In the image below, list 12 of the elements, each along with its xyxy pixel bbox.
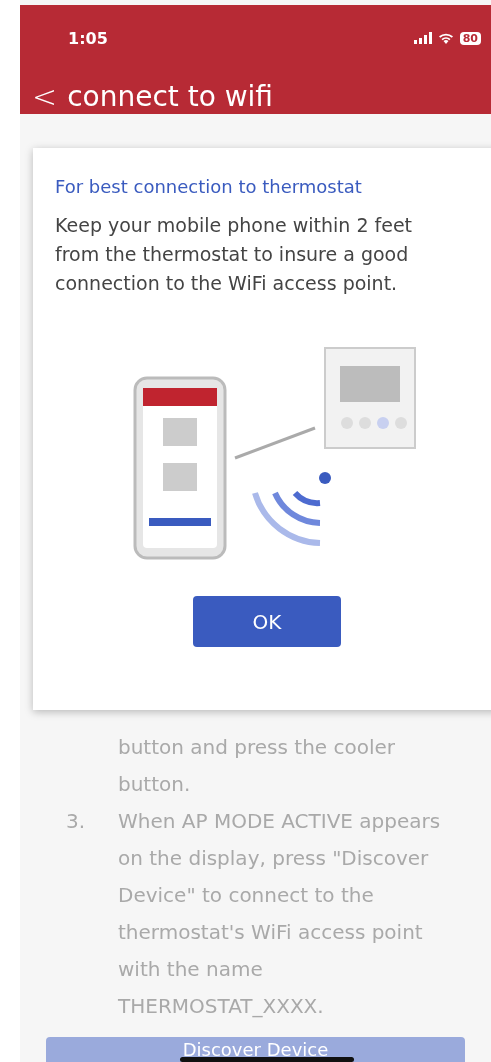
battery-level: 80 (459, 31, 481, 45)
step-text: button and press the cooler button. (118, 734, 397, 798)
signal-icon (413, 32, 432, 44)
ok-button[interactable]: OK (193, 596, 341, 647)
step-text: When AP MODE ACTIVE appears on the display, press "Discover Device" to connect to the thermostat's WiFi access point with the name THERMOSTAT_XXXX. (118, 808, 442, 1020)
wifi-icon (437, 32, 454, 44)
dialog-title: For best connection to thermostat (55, 176, 362, 197)
step-number: 3. (66, 808, 87, 835)
dialog-message: Keep your mobile phone within 2 feet from the thermostat to insure a good connection to the WiFi access point. (55, 213, 414, 296)
status-time: 1:05 (68, 28, 108, 48)
back-button[interactable]: < (32, 79, 58, 114)
screen-title: connect to wifi (67, 80, 273, 113)
